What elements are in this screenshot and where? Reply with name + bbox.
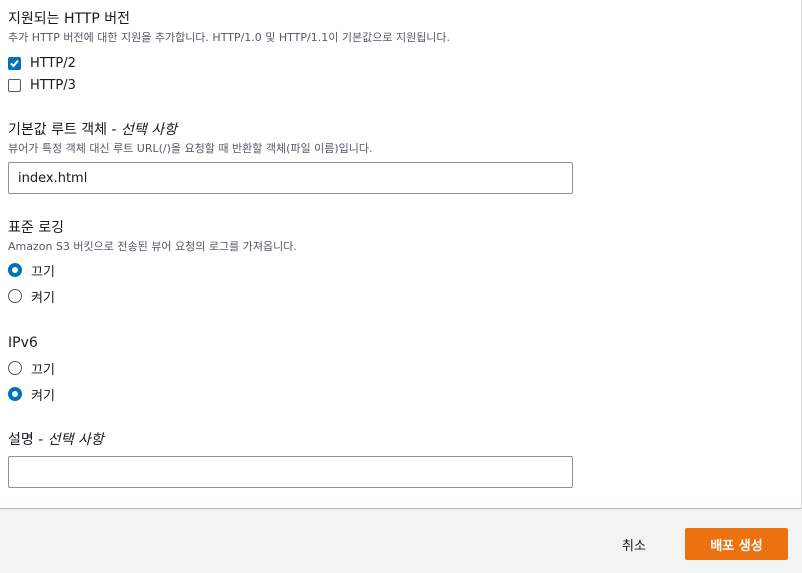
logging-on-radio-option[interactable]: 켜기 [8, 287, 55, 306]
logging-off-radio-option[interactable]: 끄기 [8, 261, 55, 280]
logging-off-radio[interactable] [8, 263, 22, 277]
ipv6-on-label: 켜기 [31, 388, 55, 404]
default-root-object-label: 기본값 루트 객체 - 선택 사항 [8, 121, 373, 139]
description-label-text: 설명 - [8, 432, 48, 448]
ipv6-off-radio[interactable] [8, 361, 22, 375]
http-versions-label: 지원되는 HTTP 버전 [8, 11, 131, 27]
http-versions-section: 지원되는 HTTP 버전 추가 HTTP 버전에 대한 지원을 추가합니다. H… [8, 10, 450, 45]
default-root-object-input[interactable] [8, 162, 573, 194]
description-label: 설명 - 선택 사항 [8, 431, 104, 449]
http2-checkbox[interactable] [8, 56, 21, 70]
standard-logging-section: 표준 로깅 Amazon S3 버킷으로 전송된 뷰어 요청의 로그를 가져옵니… [8, 219, 297, 254]
ipv6-on-radio[interactable] [8, 387, 22, 401]
http3-checkbox-option[interactable]: HTTP/3 [8, 76, 76, 94]
default-root-object-section: 기본값 루트 객체 - 선택 사항 뷰어가 특정 객체 대신 루트 URL(/)… [8, 121, 373, 156]
http2-label: HTTP/2 [30, 55, 76, 71]
description-input[interactable] [8, 456, 573, 488]
logging-off-label: 끄기 [31, 264, 55, 280]
check-icon [10, 59, 19, 67]
create-distribution-button[interactable]: 배포 생성 [685, 528, 788, 560]
logging-on-radio[interactable] [8, 289, 22, 303]
ipv6-label: IPv6 [8, 335, 38, 351]
standard-logging-label: 표준 로깅 [8, 220, 64, 236]
http2-checkbox-option[interactable]: HTTP/2 [8, 54, 76, 72]
settings-panel: 지원되는 HTTP 버전 추가 HTTP 버전에 대한 지원을 추가합니다. H… [0, 0, 802, 509]
logging-on-label: 켜기 [31, 290, 55, 306]
description-section: 설명 - 선택 사항 [8, 431, 104, 449]
optional-tag: 선택 사항 [47, 432, 104, 448]
form-footer [0, 509, 802, 573]
optional-tag: 선택 사항 [121, 122, 177, 138]
default-root-object-description: 뷰어가 특정 객체 대신 루트 URL(/)을 요청할 때 반환할 객체(파일 … [8, 142, 373, 155]
http3-label: HTTP/3 [30, 77, 76, 93]
ipv6-on-radio-option[interactable]: 켜기 [8, 385, 55, 404]
http3-checkbox[interactable] [8, 78, 21, 92]
ipv6-off-label: 끄기 [31, 362, 55, 378]
http-versions-description: 추가 HTTP 버전에 대한 지원을 추가합니다. HTTP/1.0 및 HTT… [8, 31, 451, 44]
standard-logging-description: Amazon S3 버킷으로 전송된 뷰어 요청의 로그를 가져옵니다. [8, 240, 297, 253]
cancel-button[interactable]: 취소 [606, 528, 662, 560]
default-root-object-label-text: 기본값 루트 객체 - [8, 122, 122, 138]
ipv6-section: IPv6 [8, 334, 38, 352]
ipv6-off-radio-option[interactable]: 끄기 [8, 359, 55, 378]
